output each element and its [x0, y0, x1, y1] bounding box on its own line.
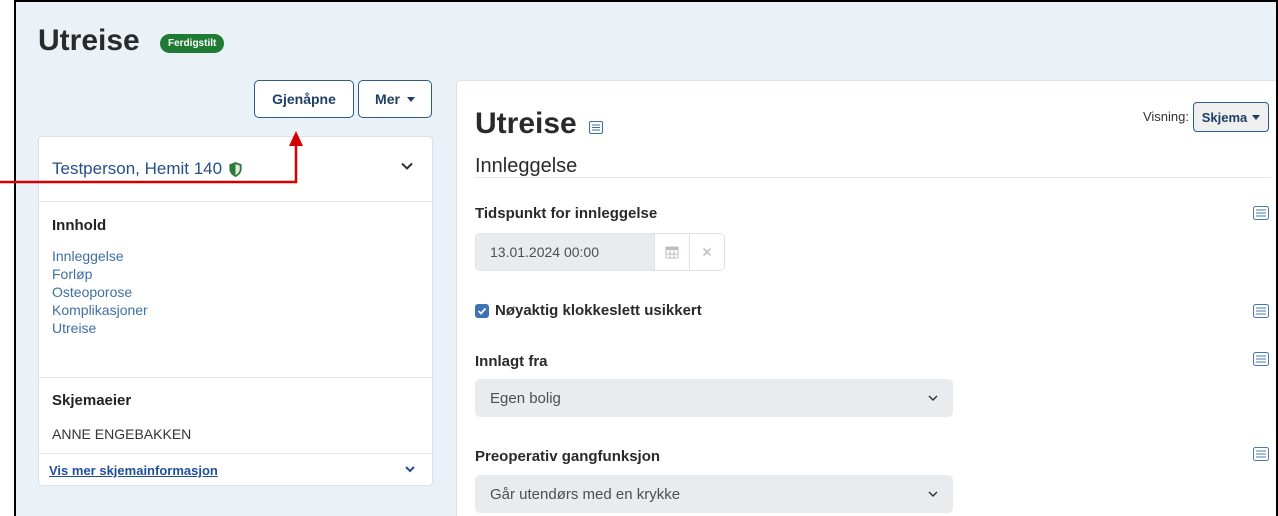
annotation-arrow — [0, 131, 303, 184]
